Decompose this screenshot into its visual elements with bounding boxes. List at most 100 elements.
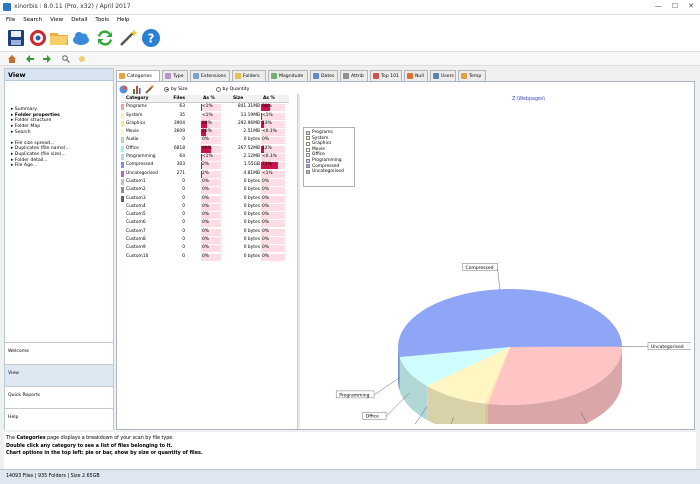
- forward-icon[interactable]: [43, 55, 51, 63]
- files-count: 0: [182, 203, 185, 209]
- by-size-option[interactable]: by Size: [164, 86, 188, 92]
- size-value: 0 bytes: [243, 212, 260, 218]
- tab-dates[interactable]: Dates: [310, 70, 338, 81]
- navigation-bar: [0, 52, 700, 66]
- refresh-icon[interactable]: [95, 28, 115, 48]
- table-row[interactable]: Custom4 0 0% 0 bytes 0%: [121, 203, 289, 211]
- pie-label: Office: [366, 414, 379, 420]
- category-swatch: [121, 104, 124, 111]
- tab-temp[interactable]: Temp: [458, 70, 486, 81]
- maximize-button[interactable]: ☐: [672, 2, 678, 10]
- view-tree: ▸ Summary ▸ Folder properties ▸ Folder str…: [5, 81, 113, 169]
- tab-label: Users: [441, 73, 454, 79]
- tab-users[interactable]: Users: [430, 70, 456, 81]
- tab-categories[interactable]: Categories: [116, 70, 160, 81]
- nav-tab-welcome[interactable]: Welcome: [5, 342, 113, 364]
- tab-attrib[interactable]: Attrib: [340, 70, 368, 81]
- category-name: Custom7: [126, 228, 146, 234]
- size-percent: 0%: [261, 178, 285, 186]
- tree-item[interactable]: ▸ File Age...: [11, 163, 113, 169]
- size-percent: 0%: [261, 237, 285, 245]
- nav-tab-view[interactable]: View: [5, 364, 113, 386]
- nav-tab-quick-reports[interactable]: Quick Reports: [5, 386, 113, 408]
- tab-extensions[interactable]: Extensions: [190, 70, 230, 81]
- category-swatch: [121, 220, 124, 226]
- nav-tab-help[interactable]: Help: [5, 408, 113, 430]
- size-value: 0 bytes: [243, 178, 260, 184]
- files-percent: 0%: [201, 137, 221, 145]
- header-category[interactable]: Category: [126, 96, 148, 101]
- table-row[interactable]: Movie 3609 26% 2.51MB <0.1%: [121, 128, 289, 137]
- search-icon[interactable]: [62, 55, 70, 63]
- category-name: Custom10: [126, 253, 149, 259]
- table-row[interactable]: Custom6 0 0% 0 bytes 0%: [121, 219, 289, 228]
- back-icon[interactable]: [26, 55, 34, 63]
- categories-page: by Size by Quantity Category Files As % …: [116, 81, 695, 430]
- files-percent: 0%: [201, 237, 221, 245]
- table-row[interactable]: Office 6818 49% 267.52MB 12%: [121, 145, 289, 153]
- table-row[interactable]: Audio 0 0% 0 bytes 0%: [121, 136, 289, 145]
- files-count: 303: [176, 162, 185, 168]
- table-row[interactable]: Custom3 0 0% 0 bytes 0%: [121, 195, 289, 203]
- files-percent: <1%: [201, 112, 221, 120]
- header-size-pct[interactable]: As %: [263, 96, 275, 101]
- tab-label: Extensions: [201, 73, 226, 79]
- size-percent: 0%: [261, 220, 285, 228]
- by-quantity-radio[interactable]: [215, 86, 221, 92]
- menu-view[interactable]: View: [50, 17, 63, 23]
- folder-open-icon[interactable]: [49, 28, 69, 48]
- table-row[interactable]: Programs 63 <1% 841.31MB 38%: [121, 103, 289, 112]
- by-quantity-option[interactable]: by Quantity: [215, 86, 249, 92]
- table-row[interactable]: Custom2 0 0% 0 bytes 0%: [121, 186, 289, 195]
- size-percent-text: 0%: [262, 187, 269, 193]
- tab-type[interactable]: Type: [162, 70, 188, 81]
- category-pie-chart[interactable]: ProgramsSystemGraphicsMovieOfficeProgram…: [301, 94, 691, 424]
- help-icon[interactable]: ?: [141, 28, 161, 48]
- window-controls: — ☐ ✕: [655, 2, 694, 10]
- table-row[interactable]: Custom8 0 0% 0 bytes 0%: [121, 236, 289, 245]
- menu-detail[interactable]: Detail: [71, 17, 87, 23]
- header-files[interactable]: Files: [161, 96, 185, 101]
- table-row[interactable]: Custom7 0 0% 0 bytes 0%: [121, 228, 289, 236]
- menu-tools[interactable]: Tools: [95, 17, 109, 23]
- table-row[interactable]: Custom1 0 0% 0 bytes 0%: [121, 178, 289, 186]
- view-nav-tabs: Welcome View Quick Reports Help: [5, 342, 113, 430]
- close-button[interactable]: ✕: [688, 2, 694, 10]
- header-files-pct[interactable]: As %: [203, 96, 215, 101]
- table-row[interactable]: Custom10 0 0% 0 bytes 0%: [121, 253, 289, 261]
- save-icon[interactable]: [6, 28, 26, 48]
- files-percent-text: 0%: [202, 228, 209, 234]
- scan-icon[interactable]: [28, 28, 48, 48]
- tab-null[interactable]: Null: [404, 70, 428, 81]
- by-size-radio[interactable]: [164, 86, 169, 92]
- size-percent-text: 0%: [262, 245, 269, 251]
- table-row[interactable]: Programming 64 <1% 2.12MB <0.1%: [121, 153, 289, 162]
- panel-splitter[interactable]: [297, 94, 300, 429]
- header-size[interactable]: Size: [233, 96, 243, 101]
- menu-help[interactable]: Help: [117, 17, 130, 23]
- files-percent-text: <1%: [202, 154, 213, 160]
- table-row[interactable]: Custom5 0 0% 0 bytes 0%: [121, 211, 289, 220]
- cloud-icon[interactable]: [71, 28, 91, 48]
- bar-chart-icon[interactable]: [132, 85, 141, 94]
- pie-chart-icon[interactable]: [119, 85, 128, 94]
- table-row[interactable]: System 35 <1% 13.19MB <1%: [121, 112, 289, 120]
- menu-search[interactable]: Search: [23, 17, 42, 23]
- table-row[interactable]: Compressed 303 2% 1.55GB 71%: [121, 161, 289, 170]
- tab-folders[interactable]: Folders: [232, 70, 266, 81]
- size-percent: 0%: [261, 245, 285, 253]
- magic-wand-icon[interactable]: [118, 28, 138, 48]
- table-row[interactable]: Graphics 3904 28% 292.96MB 13%: [121, 120, 289, 128]
- minimize-button[interactable]: —: [655, 2, 662, 10]
- color-options-icon[interactable]: [145, 84, 154, 94]
- files-percent-text: <1%: [202, 104, 213, 110]
- tab-magnitude[interactable]: Magnitude: [268, 70, 308, 81]
- size-value: 841.31MB: [237, 104, 260, 110]
- files-count: 3904: [173, 120, 185, 126]
- table-row[interactable]: Custom9 0 0% 0 bytes 0%: [121, 244, 289, 253]
- tab-top-101[interactable]: Top 101: [370, 70, 402, 81]
- star-icon[interactable]: [78, 55, 86, 63]
- table-row[interactable]: Uncategorised 271 2% 4.81MB <1%: [121, 170, 289, 178]
- menu-file[interactable]: File: [6, 17, 15, 23]
- home-icon[interactable]: [8, 55, 16, 63]
